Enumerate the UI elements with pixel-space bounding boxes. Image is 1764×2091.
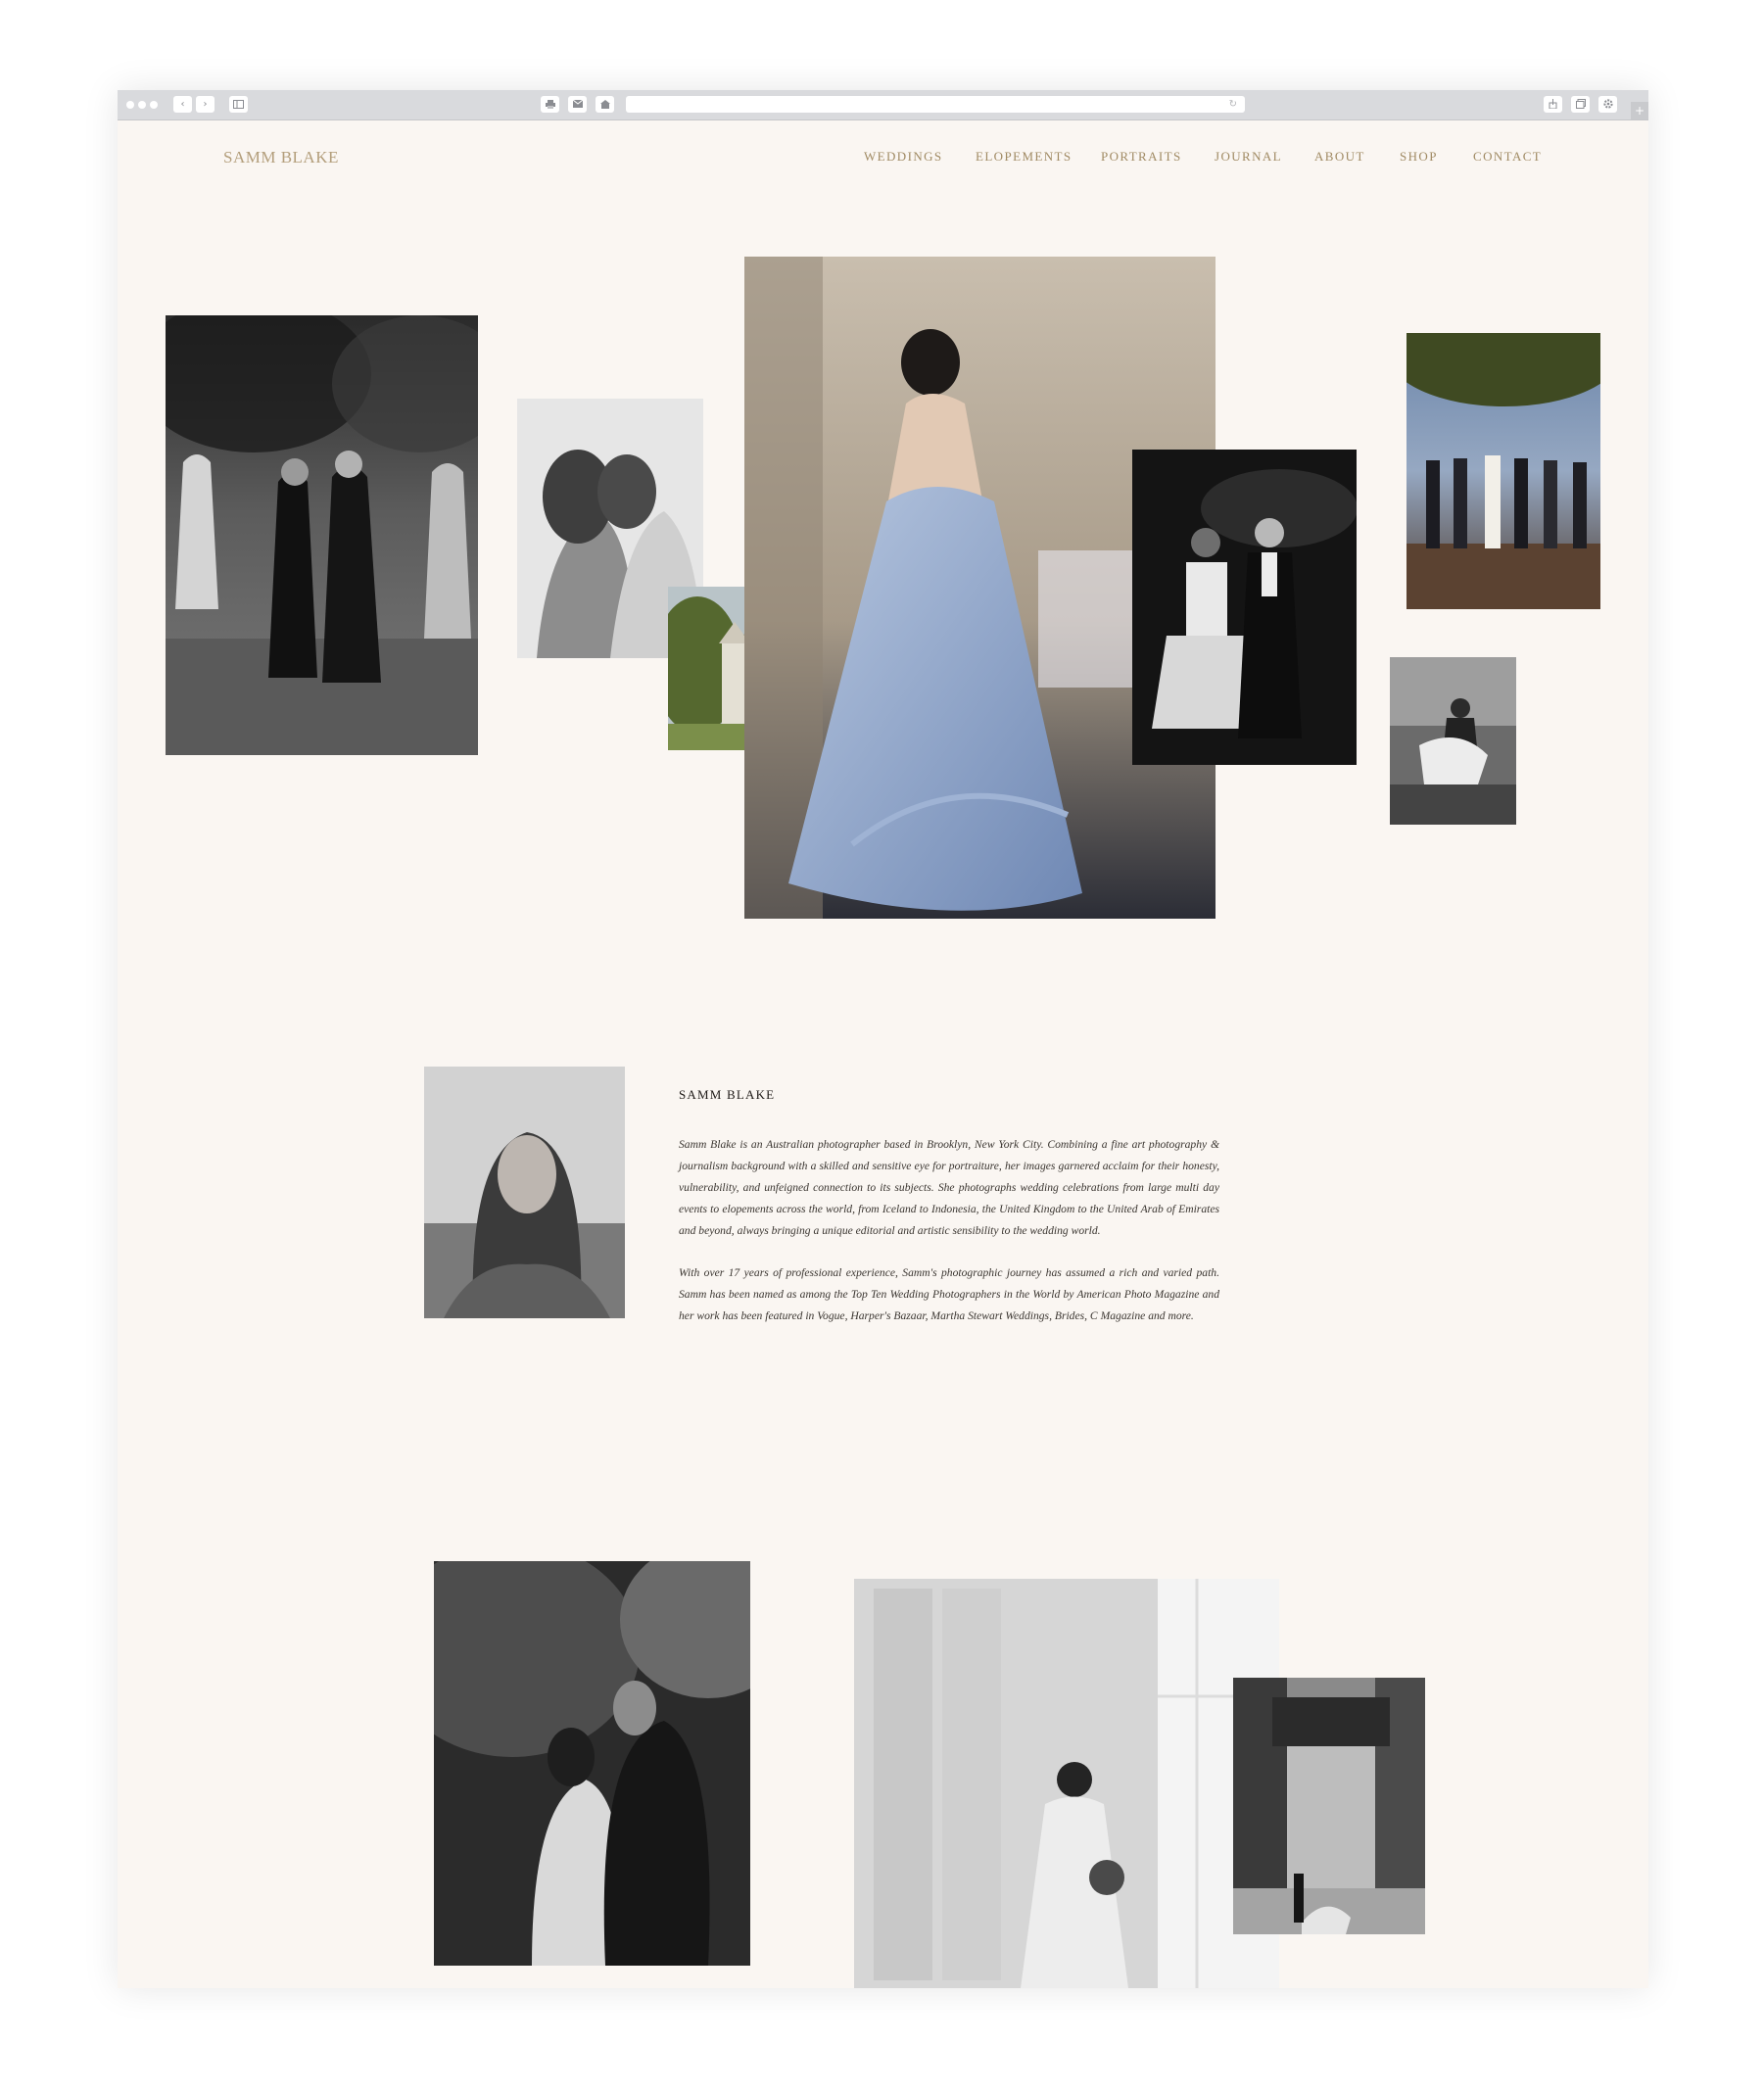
print-icon[interactable] [541,96,559,113]
browser-toolbar: ‹ › ↻ + [118,90,1648,120]
grooms-garden-photo[interactable] [166,315,478,755]
window-zoom-dot[interactable] [150,101,158,109]
nav-contact[interactable]: CONTACT [1473,149,1542,165]
window-close-dot[interactable] [126,101,134,109]
mail-icon[interactable] [568,96,587,113]
sidebar-icon[interactable] [229,96,248,113]
bio-paragraph-1: Samm Blake is an Australian photographer… [679,1138,1219,1237]
window-minimize-dot[interactable] [138,101,146,109]
home-icon[interactable] [596,96,614,113]
browser-window: ‹ › ↻ + SAMM BLAKE WEDDINGS ELOPEMENTS P… [118,90,1648,1988]
dancing-couple-photo[interactable] [1132,450,1357,765]
bride-by-window-photo[interactable] [854,1579,1279,1988]
reload-icon[interactable]: ↻ [1229,96,1237,113]
nav-journal[interactable]: JOURNAL [1215,149,1282,165]
nav-weddings[interactable]: WEDDINGS [864,149,943,165]
bio-heading: SAMM BLAKE [679,1087,776,1102]
city-alley-photo[interactable] [1233,1678,1425,1934]
bio-paragraph-2: With over 17 years of professional exper… [679,1266,1219,1322]
nav-portraits[interactable]: PORTRAITS [1101,149,1182,165]
tabs-icon[interactable] [1571,96,1590,113]
back-button[interactable]: ‹ [173,96,192,113]
settings-gear-icon[interactable] [1598,96,1617,113]
address-bar[interactable]: ↻ [626,96,1245,113]
main-nav: WEDDINGS ELOPEMENTS PORTRAITS JOURNAL AB… [118,149,1648,168]
new-tab-plus-icon[interactable]: + [1631,102,1648,119]
couple-under-tree-photo[interactable] [434,1561,750,1966]
rooftop-lift-photo[interactable] [1390,657,1516,825]
share-icon[interactable] [1544,96,1562,113]
forward-button[interactable]: › [196,96,215,113]
nav-elopements[interactable]: ELOPEMENTS [976,149,1073,165]
samm-blake-portrait [424,1067,625,1318]
nav-about[interactable]: ABOUT [1314,149,1365,165]
nav-shop[interactable]: SHOP [1400,149,1438,165]
outdoor-party-photo[interactable] [1406,333,1600,609]
